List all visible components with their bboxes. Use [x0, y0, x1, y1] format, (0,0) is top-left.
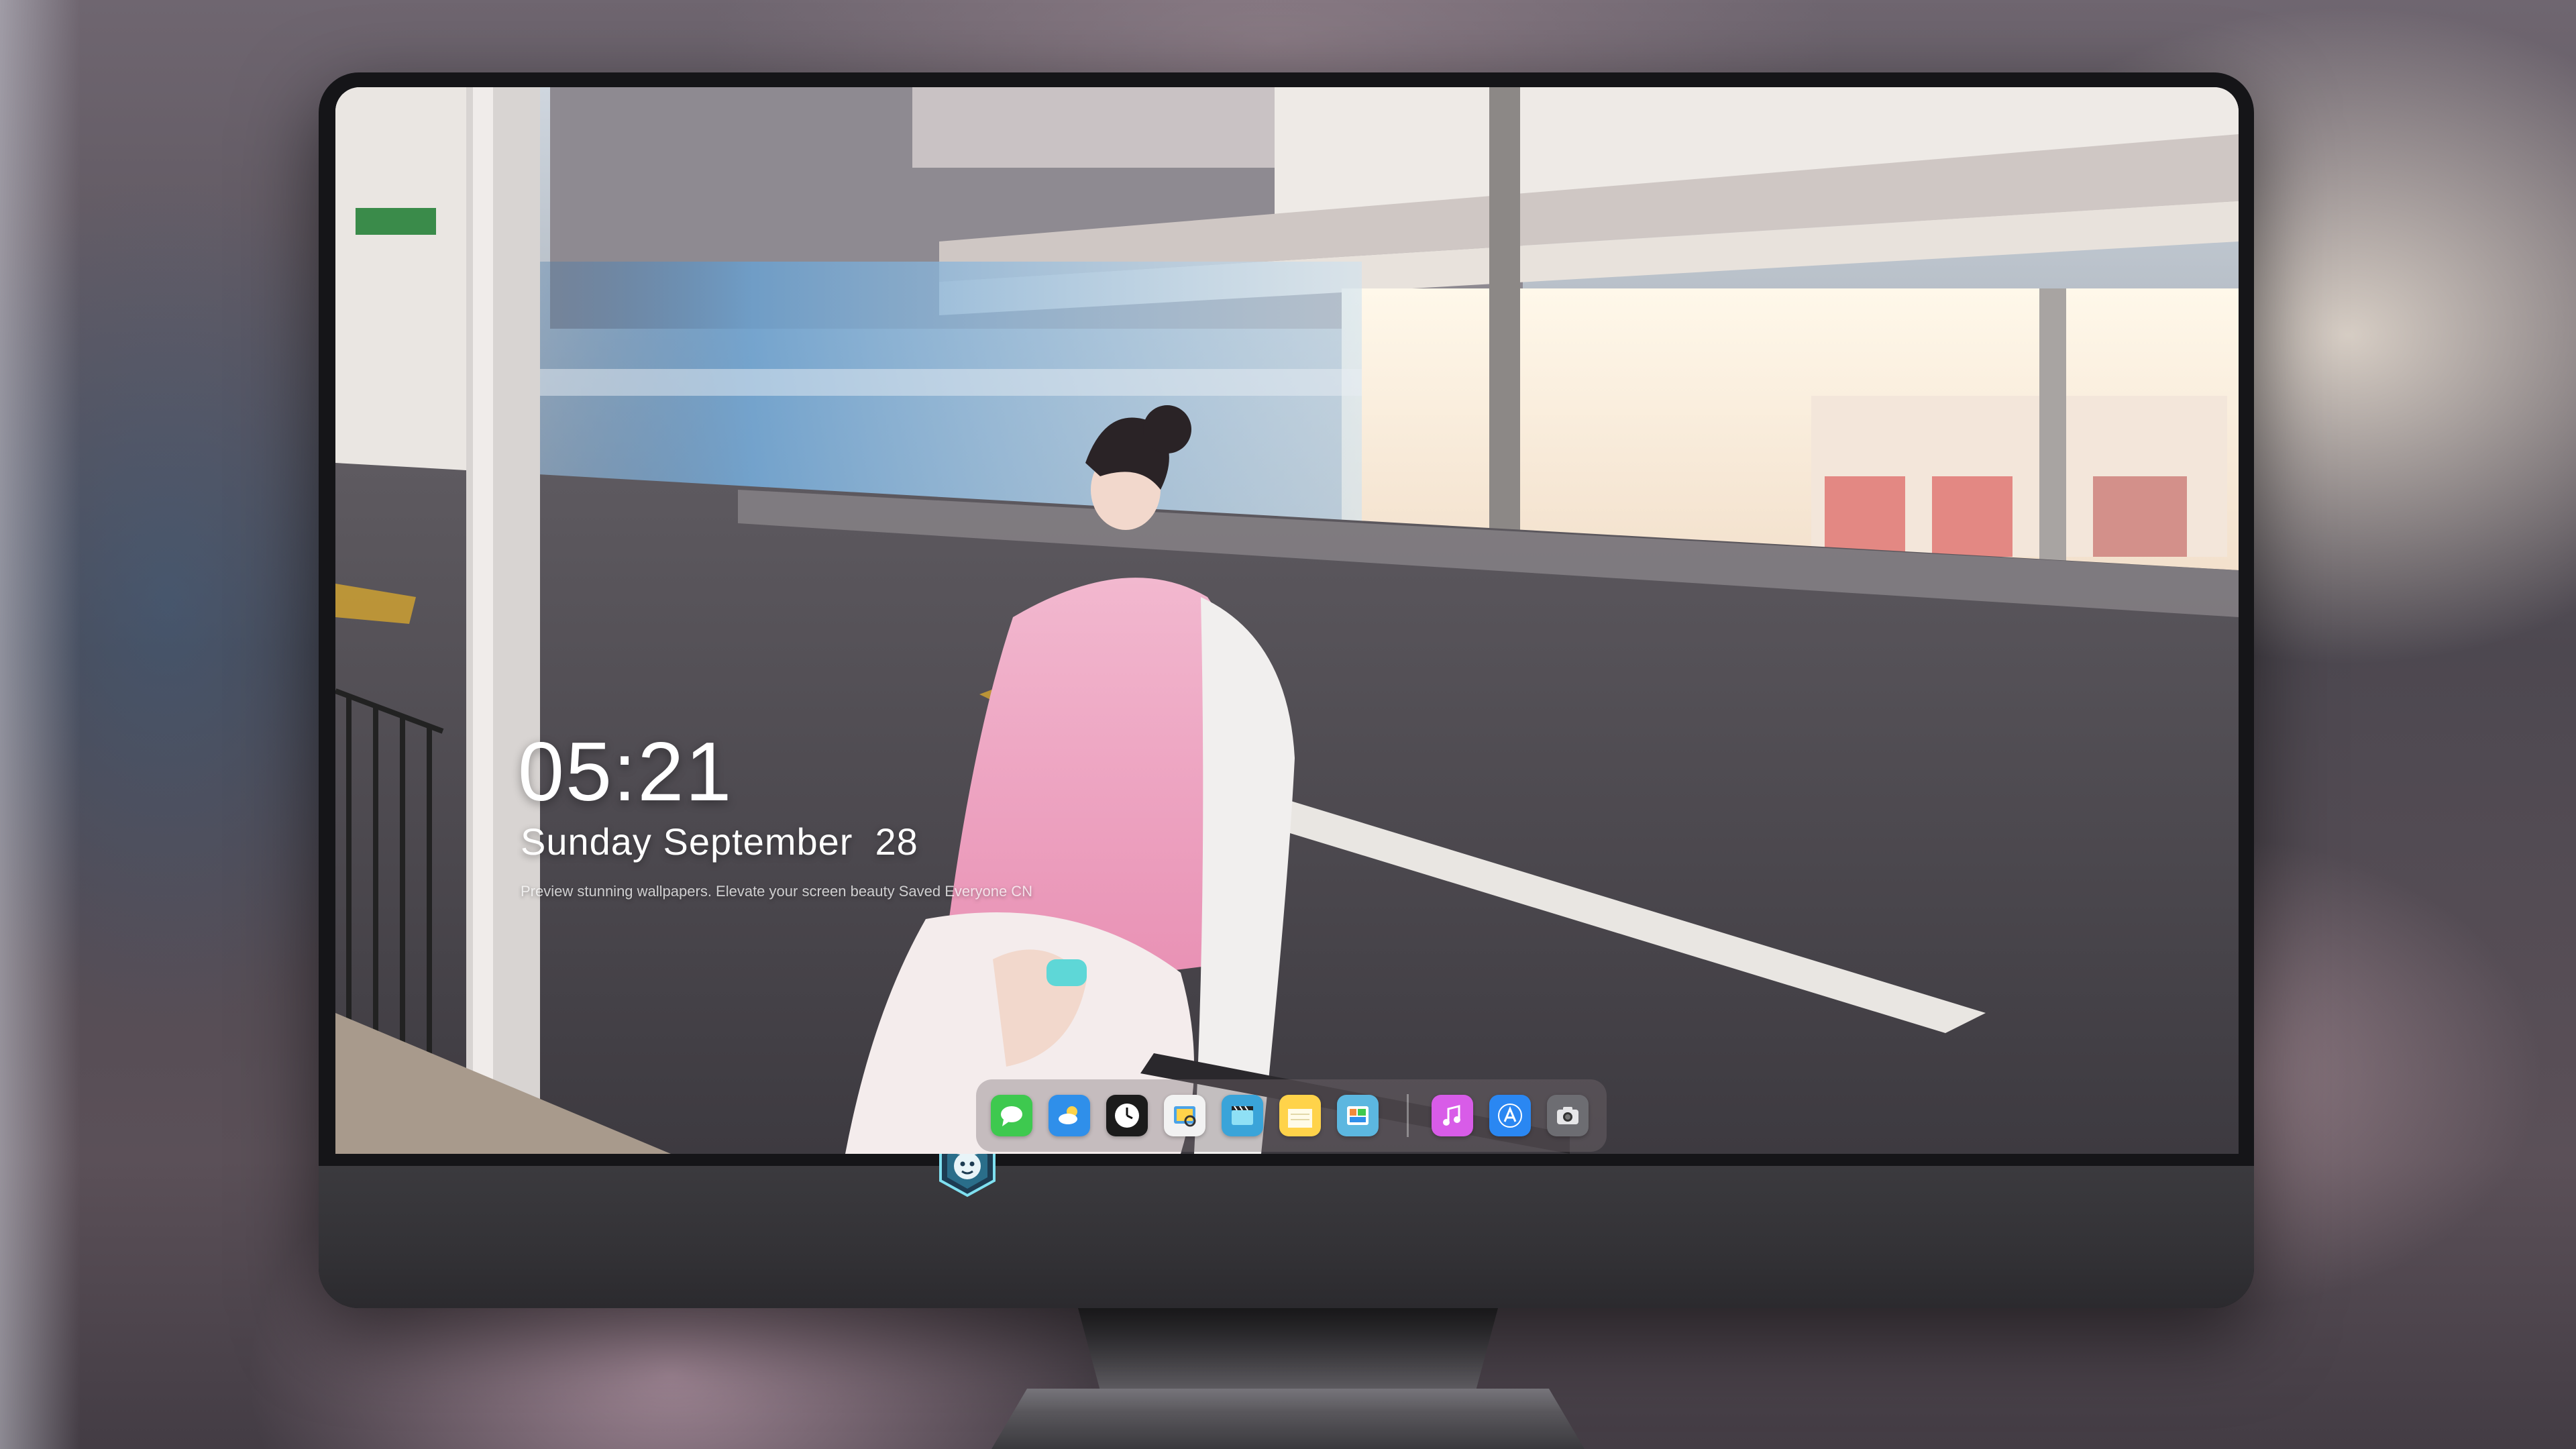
music-icon[interactable]: [1432, 1095, 1473, 1136]
dock-separator: [1407, 1094, 1409, 1137]
video-icon[interactable]: [1222, 1095, 1263, 1136]
monitor-chin: [319, 1166, 2254, 1308]
lock-screen-date: Sunday September 28: [521, 820, 918, 863]
backdrop-light-strip: [0, 0, 80, 1449]
monitor-screen: 05:21 Sunday September 28 Preview stunni…: [335, 87, 2239, 1154]
lock-screen-clock: 05:21: [518, 726, 733, 818]
photo-gallery-icon[interactable]: [1337, 1095, 1379, 1136]
camera-icon[interactable]: [1547, 1095, 1589, 1136]
app-store-icon[interactable]: [1489, 1095, 1531, 1136]
clock-icon[interactable]: [1106, 1095, 1148, 1136]
app-dock: [976, 1079, 1607, 1152]
messages-icon[interactable]: [991, 1095, 1032, 1136]
monitor-stand-neck: [1078, 1308, 1498, 1402]
wallpaper-image: [335, 87, 2239, 1154]
preview-icon[interactable]: [1164, 1095, 1205, 1136]
lock-screen-tagline: Preview stunning wallpapers. Elevate you…: [521, 883, 1033, 900]
notes-icon[interactable]: [1279, 1095, 1321, 1136]
desktop-stage: 05:21 Sunday September 28 Preview stunni…: [0, 0, 2576, 1449]
weather-icon[interactable]: [1049, 1095, 1090, 1136]
monitor-stand-base: [991, 1389, 1585, 1449]
